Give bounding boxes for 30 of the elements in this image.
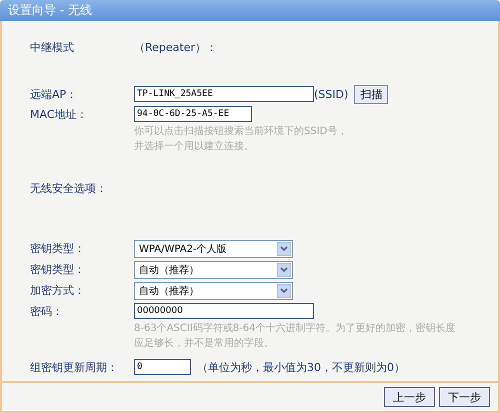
password-hint: 应足够长，并不是常用的字段。 [134,336,275,351]
mac-label: MAC地址： [30,106,89,122]
mode-value: （Repeater）： [134,40,218,54]
select-label: 密钥类型： [30,241,86,256]
next-button[interactable]: 下一步 [439,387,490,407]
password-label: 密码： [30,304,64,318]
group-key-note: （单位为秒，最小值为30，不更新则为0） [197,360,405,374]
ssid-suffix: (SSID) [314,88,348,100]
group-key-field[interactable]: 0 [134,359,191,375]
remote-ap-label: 远端AP： [30,86,78,102]
password-field[interactable]: 00000000 [134,303,314,319]
dropdown[interactable]: WPA/WPA2-个人版 [134,240,293,258]
ssid-field[interactable]: TP-LINK_25A5EE [134,86,314,102]
select-label: 加密方式： [30,283,86,298]
dropdown[interactable]: 自动（推荐） [134,282,293,300]
caret-icon [277,242,291,256]
select-label: 密钥类型： [30,262,86,277]
security-heading: 无线安全选项： [30,180,107,196]
scan-hint: 你可以点击扫描按钮搜索当前环境下的SSID号， [134,124,348,139]
scan-button[interactable]: 扫描 [354,84,388,104]
mode-label: 中继模式 [30,40,75,54]
back-button[interactable]: 上一步 [384,387,435,407]
caret-icon [277,284,291,298]
mac-field[interactable]: 94-0C-6D-25-A5-EE [134,106,252,122]
dropdown[interactable]: 自动（推荐） [134,260,293,278]
password-hint: 8-63个ASCII码字符或8-64个十六进制字符。为了更好的加密，密钥长度 [134,322,456,336]
scan-hint: 并选择一个用以建立连接。 [134,140,255,154]
caret-icon [277,262,291,276]
group-key-label: 组密钥更新周期： [30,360,119,374]
window-title: 设置向导 - 无线 [0,0,500,21]
